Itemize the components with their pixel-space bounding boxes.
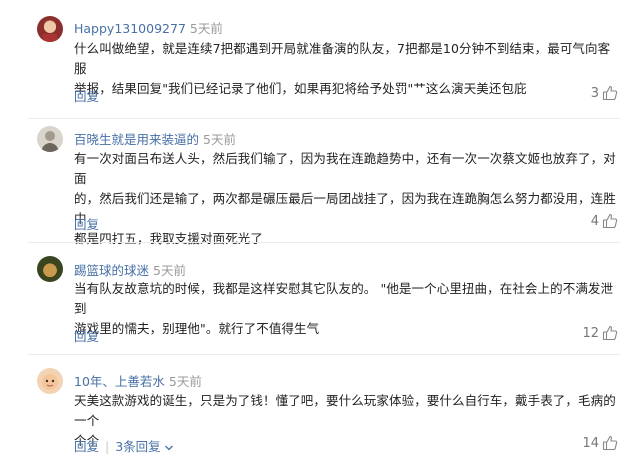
comment-time: 5天前	[203, 132, 236, 147]
comment-item: 10年、上善若水 5天前 天美这款游戏的诞生，只是为了钱！懂了吧，要什么玩家体验，…	[0, 354, 640, 469]
comment-time: 5天前	[168, 374, 202, 389]
reply-row: 回复 | 3条回复	[74, 436, 174, 455]
reply-button[interactable]: 回复	[74, 439, 99, 454]
like-count: 12	[582, 325, 599, 341]
username-link[interactable]: Happy131009277	[74, 21, 186, 36]
reply-separator: |	[105, 439, 110, 454]
username-link[interactable]: 10年、上善若水	[74, 374, 165, 389]
avatar[interactable]	[37, 126, 63, 152]
comment-line: 当有队友故意坑的时候，我都是这样安慰其它队友的。 "他是一个心里扭曲，在社会上的…	[74, 281, 614, 316]
like-count: 3	[590, 85, 599, 101]
comment-line: 游戏里的懦夫，别理他"。就行了不值得生气	[74, 321, 320, 336]
comment-line: 的，然后我们还是输了，两次都是碾压最后一局团战挂了，因为我在连跪胸怎么努力都没用…	[74, 191, 616, 226]
comment-line: 天美这款游戏的诞生，只是为了钱！懂了吧，要什么玩家体验，要什么自行车，戴手表了，…	[74, 393, 616, 428]
avatar[interactable]	[37, 368, 63, 394]
like-button[interactable]: 12	[582, 325, 618, 341]
comment-line: 举报，结果回复"我们已经记录了他们，如果再犯将给予处罚"艹这么演天美还包庇	[74, 81, 527, 96]
comment-item: 踢篮球的球迷 5天前 当有队友故意坑的时候，我都是这样安慰其它队友的。 "他是一个…	[0, 242, 640, 354]
reply-row: 回复	[74, 86, 99, 105]
comment-time: 5天前	[153, 263, 186, 278]
comment-line: 什么叫做绝望，就是连续7把都遇到开局就准备演的队友，7把都是10分钟不到结束，最…	[74, 41, 611, 76]
thumbs-up-icon	[602, 325, 618, 341]
avatar[interactable]	[37, 16, 63, 42]
view-replies-label: 3条回复	[115, 439, 161, 454]
comment-time: 5天前	[189, 21, 223, 36]
thumbs-up-icon	[602, 213, 618, 229]
thumbs-up-icon	[602, 435, 618, 451]
comment-item: Happy131009277 5天前 什么叫做绝望，就是连续7把都遇到开局就准备演…	[0, 0, 640, 118]
thumbs-up-icon	[602, 85, 618, 101]
username-link[interactable]: 踢篮球的球迷	[74, 263, 149, 278]
username-link[interactable]: 百晓生就是用来装逼的	[74, 132, 199, 147]
comment-text: 什么叫做绝望，就是连续7把都遇到开局就准备演的队友，7把都是10分钟不到结束，最…	[74, 39, 619, 99]
view-replies-button[interactable]: 3条回复	[115, 439, 173, 454]
comment-meta: 10年、上善若水 5天前	[74, 371, 202, 390]
reply-row: 回复	[74, 326, 99, 345]
comment-meta: Happy131009277 5天前	[74, 18, 223, 37]
comment-line: 有一次对面吕布送人头，然后我们输了，因为我在连跪趋势中，还有一次一次蔡文姬也放弃…	[74, 151, 616, 186]
comment-item: 百晓生就是用来装逼的 5天前 有一次对面吕布送人头，然后我们输了，因为我在连跪趋势…	[0, 118, 640, 246]
reply-button[interactable]: 回复	[74, 217, 99, 232]
like-button[interactable]: 14	[582, 435, 618, 451]
like-count: 14	[582, 435, 599, 451]
reply-row: 回复	[74, 214, 99, 233]
comment-text: 当有队友故意坑的时候，我都是这样安慰其它队友的。 "他是一个心里扭曲，在社会上的…	[74, 279, 619, 339]
reply-button[interactable]: 回复	[74, 329, 99, 344]
avatar[interactable]	[37, 256, 63, 282]
like-button[interactable]: 4	[591, 213, 618, 229]
comment-meta: 百晓生就是用来装逼的 5天前	[74, 129, 236, 148]
comment-text: 有一次对面吕布送人头，然后我们输了，因为我在连跪趋势中，还有一次一次蔡文姬也放弃…	[74, 149, 619, 249]
reply-button[interactable]: 回复	[74, 89, 99, 104]
like-count: 4	[590, 213, 599, 229]
comment-meta: 踢篮球的球迷 5天前	[74, 260, 186, 279]
like-button[interactable]: 3	[591, 85, 618, 101]
chevron-down-icon	[164, 445, 173, 450]
